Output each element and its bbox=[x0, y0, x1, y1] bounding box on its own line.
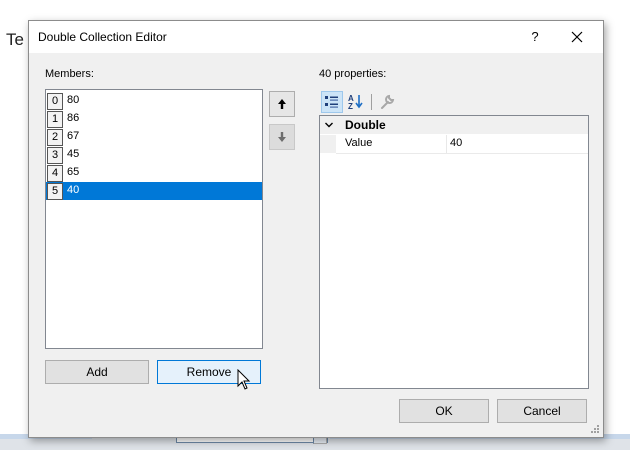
members-listbox[interactable]: 0 80 1 86 2 67 3 45 4 65 5 40 bbox=[45, 89, 263, 349]
move-up-button[interactable] bbox=[269, 91, 295, 117]
property-value[interactable]: 40 bbox=[450, 137, 462, 149]
member-index: 4 bbox=[47, 165, 63, 182]
arrow-down-icon bbox=[278, 132, 286, 142]
background-window-text: Te bbox=[6, 30, 24, 49]
member-value: 45 bbox=[67, 148, 80, 160]
resize-grip-icon[interactable] bbox=[590, 424, 600, 434]
move-down-button[interactable] bbox=[269, 124, 295, 150]
arrow-up-icon bbox=[278, 99, 286, 109]
toolbar-separator bbox=[371, 94, 372, 110]
category-row[interactable]: Double bbox=[320, 116, 588, 134]
member-value: 40 bbox=[67, 184, 80, 196]
wrench-icon bbox=[381, 94, 395, 109]
property-grid-toolbar: A Z bbox=[321, 91, 411, 113]
list-item[interactable]: 4 65 bbox=[46, 164, 262, 182]
close-button[interactable] bbox=[565, 25, 591, 49]
member-index: 5 bbox=[47, 183, 63, 200]
property-gutter bbox=[320, 135, 336, 153]
property-row[interactable]: Value 40 bbox=[320, 135, 588, 154]
property-divider bbox=[336, 153, 588, 154]
member-index: 0 bbox=[47, 93, 63, 110]
category-name: Double bbox=[345, 118, 386, 132]
cancel-button[interactable]: Cancel bbox=[497, 399, 587, 423]
members-label: Members: bbox=[45, 68, 94, 80]
member-index: 3 bbox=[47, 147, 63, 164]
close-icon bbox=[571, 31, 583, 43]
svg-text:Z: Z bbox=[348, 102, 353, 111]
list-item[interactable]: 2 67 bbox=[46, 128, 262, 146]
member-value: 80 bbox=[67, 94, 80, 106]
title-bar[interactable]: Double Collection Editor ? bbox=[29, 21, 603, 53]
property-grid[interactable]: Double Value 40 bbox=[319, 115, 589, 389]
list-item[interactable]: 0 80 bbox=[46, 92, 262, 110]
member-value: 67 bbox=[67, 130, 80, 142]
property-name: Value bbox=[345, 137, 373, 149]
member-value: 86 bbox=[67, 112, 80, 124]
categorized-button[interactable] bbox=[321, 91, 343, 113]
mouse-cursor-icon bbox=[237, 369, 251, 390]
chevron-down-icon[interactable] bbox=[324, 120, 334, 130]
list-item[interactable]: 1 86 bbox=[46, 110, 262, 128]
member-value: 65 bbox=[67, 166, 80, 178]
property-pages-button[interactable] bbox=[376, 91, 398, 113]
add-button[interactable]: Add bbox=[45, 360, 149, 384]
property-splitter[interactable] bbox=[446, 135, 447, 153]
list-item[interactable]: 3 45 bbox=[46, 146, 262, 164]
properties-label: 40 properties: bbox=[319, 68, 387, 80]
list-item-selected[interactable]: 5 40 bbox=[46, 182, 262, 200]
dialog-title: Double Collection Editor bbox=[38, 30, 167, 44]
alphabetical-button[interactable]: A Z bbox=[345, 91, 367, 113]
alphabetical-sort-icon: A Z bbox=[348, 94, 363, 111]
collection-editor-dialog: Double Collection Editor ? Members: 0 80… bbox=[28, 20, 604, 438]
categorized-icon bbox=[325, 96, 338, 108]
help-button[interactable]: ? bbox=[523, 25, 547, 49]
ok-button[interactable]: OK bbox=[399, 399, 489, 423]
member-index: 2 bbox=[47, 129, 63, 146]
member-index: 1 bbox=[47, 111, 63, 128]
